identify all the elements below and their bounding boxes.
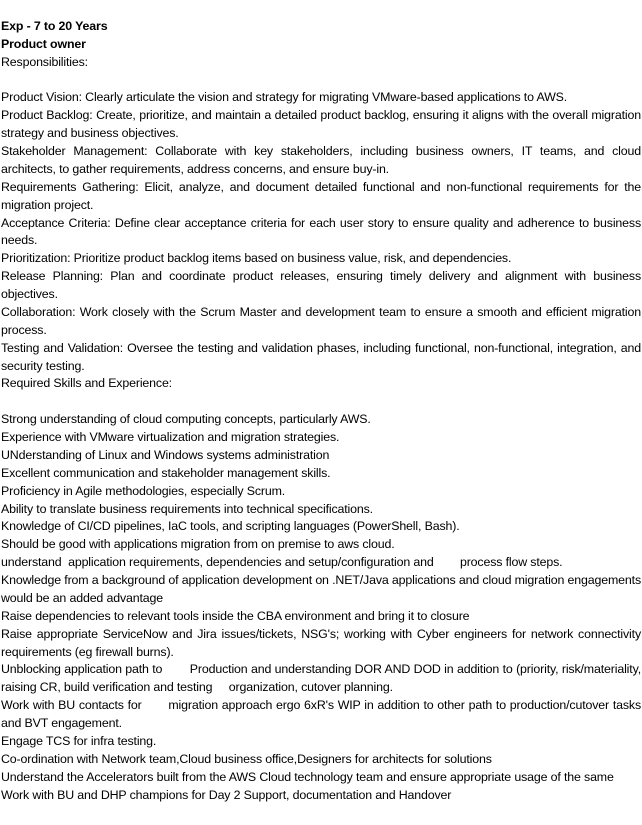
responsibilities-list: Product Vision: Clearly articulate the v… [1, 89, 641, 375]
skill-item: Understand the Accelerators built from t… [1, 769, 614, 784]
responsibility-item: Acceptance Criteria: Define clear accept… [1, 215, 641, 248]
skill-item: Engage TCS for infra testing. [1, 733, 157, 748]
responsibility-item: Collaboration: Work closely with the Scr… [1, 304, 641, 337]
skill-item: Proficiency in Agile methodologies, espe… [1, 483, 286, 498]
responsibilities-heading: Responsibilities: [1, 54, 88, 69]
role-title: Product owner [1, 36, 86, 51]
responsibility-item: Product Backlog: Create, prioritize, and… [1, 108, 641, 141]
skill-item: Strong understanding of cloud computing … [1, 412, 371, 427]
skill-item: Unblocking application path to Productio… [1, 662, 641, 695]
skill-item: Ability to translate business requiremen… [1, 501, 373, 516]
skill-item: Raise dependencies to relevant tools ins… [1, 608, 470, 623]
skill-item: UNderstanding of Linux and Windows syste… [1, 447, 330, 462]
skill-item: Excellent communication and stakeholder … [1, 465, 331, 480]
skill-item: Work with BU contacts for migration appr… [1, 698, 641, 731]
skill-item: Should be good with applications migrati… [1, 537, 395, 552]
responsibility-item: Prioritization: Prioritize product backl… [1, 251, 512, 266]
skill-item: understand application requirements, dep… [1, 555, 563, 570]
skill-item: Knowledge from a background of applicati… [1, 573, 641, 605]
responsibility-item: Product Vision: Clearly articulate the v… [1, 90, 568, 105]
experience-line: Exp - 7 to 20 Years [1, 19, 108, 33]
skill-item: Raise appropriate ServiceNow and Jira is… [1, 626, 641, 659]
responsibility-item: Stakeholder Management: Collaborate with… [1, 144, 641, 176]
job-description-document: Exp - 7 to 20 Years Product owner Respon… [0, 0, 641, 804]
skill-item: Experience with VMware virtualization an… [1, 430, 340, 445]
responsibility-item: Requirements Gathering: Elicit, analyze,… [1, 179, 641, 212]
responsibility-item: Release Planning: Plan and coordinate pr… [1, 269, 641, 302]
skills-list: Strong understanding of cloud computing … [1, 411, 641, 804]
skill-item: Knowledge of CI/CD pipelines, IaC tools,… [1, 519, 460, 534]
skills-heading: Required Skills and Experience: [1, 376, 172, 391]
responsibility-item: Testing and Validation: Oversee the test… [1, 340, 641, 373]
skill-item: Work with BU and DHP champions for Day 2… [1, 787, 452, 802]
skill-item: Co-ordination with Network team,Cloud bu… [1, 751, 492, 766]
